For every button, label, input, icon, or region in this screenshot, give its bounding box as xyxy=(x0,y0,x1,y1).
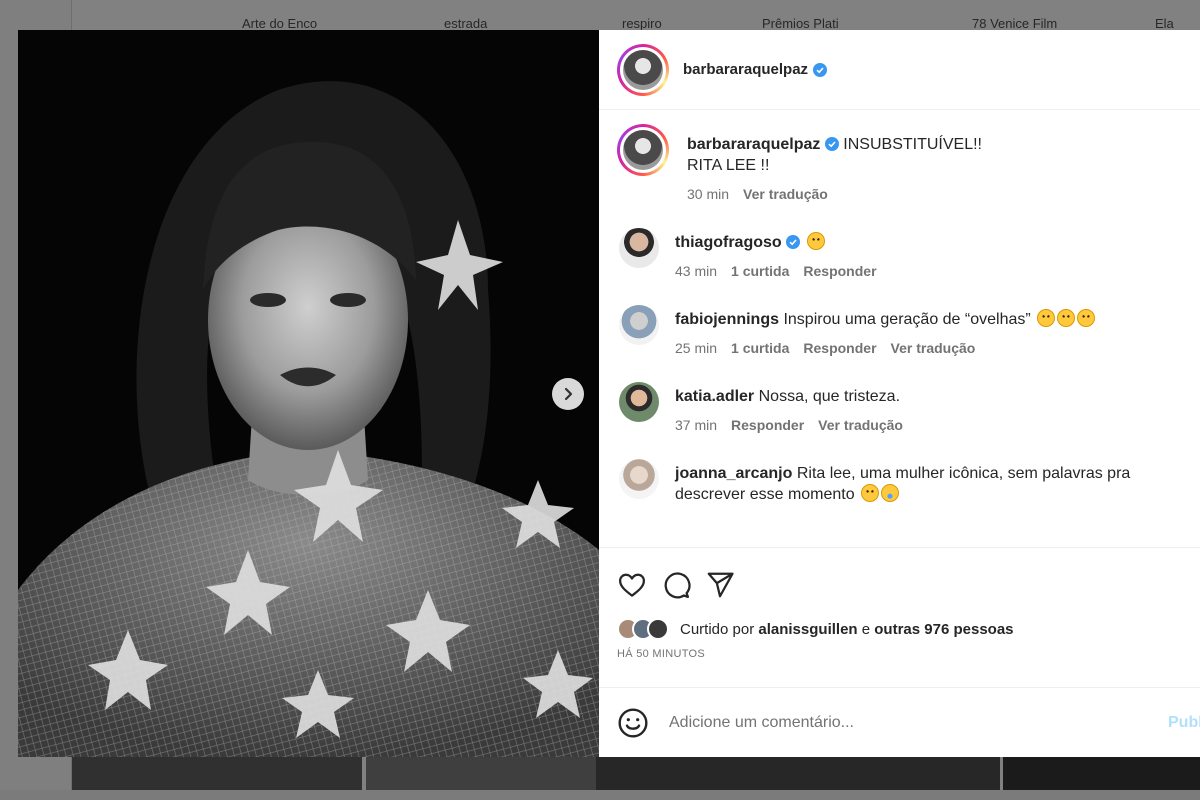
reply-button[interactable]: Responder xyxy=(803,340,876,356)
commenter-username[interactable]: fabiojennings xyxy=(675,311,779,328)
sad-face-emoji-icon xyxy=(1057,309,1076,327)
post-caption: barbararaquelpaz INSUBSTITUÍVEL!! RITA L… xyxy=(617,124,1182,202)
sad-face-emoji-icon xyxy=(806,232,825,250)
translate-link[interactable]: Ver tradução xyxy=(891,340,976,356)
verified-badge-icon xyxy=(824,137,839,151)
reply-button[interactable]: Responder xyxy=(731,417,804,433)
verified-badge-icon xyxy=(813,62,828,77)
comment-input[interactable] xyxy=(669,713,1200,732)
liker-avatars[interactable] xyxy=(617,618,669,640)
comment-text: Nossa, que tristeza. xyxy=(758,388,901,405)
crying-face-emoji-icon xyxy=(881,484,900,502)
comment-item: joanna_arcanjo Rita lee, uma mulher icôn… xyxy=(617,457,1182,505)
likes-summary: Curtido por alanissguillen e outras 976 … xyxy=(617,618,1182,640)
sad-face-emoji-icon xyxy=(1037,309,1056,327)
commenter-avatar[interactable] xyxy=(619,305,659,345)
reply-button[interactable]: Responder xyxy=(803,263,876,279)
likes-others-link[interactable]: outras 976 pessoas xyxy=(874,621,1013,638)
caption-text-line1: INSUBSTITUÍVEL!! xyxy=(843,136,982,153)
post-header: barbararaquelpaz xyxy=(599,30,1200,110)
post-actions: Curtido por alanissguillen e outras 976 … xyxy=(599,547,1200,687)
caption-username[interactable]: barbararaquelpaz xyxy=(687,136,820,153)
post-modal: barbararaquelpaz barbararaquelpaz INSUBS… xyxy=(18,30,1200,757)
post-image-artwork xyxy=(18,30,599,757)
caption-translate-link[interactable]: Ver tradução xyxy=(743,186,828,202)
comment-likes[interactable]: 1 curtida xyxy=(731,340,789,356)
add-comment-bar: Publicar xyxy=(599,687,1200,757)
author-username[interactable]: barbararaquelpaz xyxy=(683,61,808,78)
comment-likes[interactable]: 1 curtida xyxy=(731,263,789,279)
liker-avatar xyxy=(647,618,669,640)
sad-face-emoji-icon xyxy=(861,484,880,502)
sad-face-emoji-icon xyxy=(1077,309,1096,327)
author-avatar-story-ring[interactable] xyxy=(617,43,669,96)
commenter-avatar[interactable] xyxy=(619,459,659,499)
publish-button[interactable]: Publicar xyxy=(1168,714,1200,732)
comment-item: thiagofragoso 43 min 1 curtida Responder xyxy=(617,226,1182,279)
commenter-username[interactable]: katia.adler xyxy=(675,388,754,405)
heart-icon[interactable] xyxy=(617,570,647,600)
paper-plane-icon[interactable] xyxy=(705,570,735,600)
commenter-avatar[interactable] xyxy=(619,382,659,422)
post-side-panel: barbararaquelpaz barbararaquelpaz INSUBS… xyxy=(599,30,1200,757)
comment-time[interactable]: 37 min xyxy=(675,417,717,433)
comment-text: Inspirou uma geração de “ovelhas” xyxy=(783,311,1031,328)
caption-time[interactable]: 30 min xyxy=(687,186,729,202)
comment-time[interactable]: 25 min xyxy=(675,340,717,356)
likes-connector: e xyxy=(861,620,871,638)
comment-time[interactable]: 43 min xyxy=(675,263,717,279)
liker-username[interactable]: alanissguillen xyxy=(758,621,857,638)
chevron-right-icon xyxy=(564,387,573,401)
comment-item: fabiojennings Inspirou uma geração de “o… xyxy=(617,303,1182,356)
commenter-username[interactable]: thiagofragoso xyxy=(675,234,782,251)
commenter-avatar[interactable] xyxy=(619,228,659,268)
caption-text-line2: RITA LEE !! xyxy=(687,157,770,174)
comment-item: katia.adler Nossa, que tristeza. 37 min … xyxy=(617,380,1182,433)
translate-link[interactable]: Ver tradução xyxy=(818,417,903,433)
verified-badge-icon xyxy=(786,235,801,249)
caption-avatar xyxy=(623,130,663,170)
caption-avatar-story-ring[interactable] xyxy=(617,124,669,176)
next-image-button[interactable] xyxy=(552,378,584,410)
comment-bubble-icon[interactable] xyxy=(661,570,691,600)
smiley-icon[interactable] xyxy=(617,707,649,739)
likes-prefix: Curtido por xyxy=(680,620,755,638)
author-avatar xyxy=(623,49,663,90)
post-timestamp[interactable]: HÁ 50 MINUTOS xyxy=(617,648,1182,660)
comments-list[interactable]: barbararaquelpaz INSUBSTITUÍVEL!! RITA L… xyxy=(599,110,1200,547)
commenter-username[interactable]: joanna_arcanjo xyxy=(675,465,792,482)
post-photo[interactable] xyxy=(18,30,599,757)
